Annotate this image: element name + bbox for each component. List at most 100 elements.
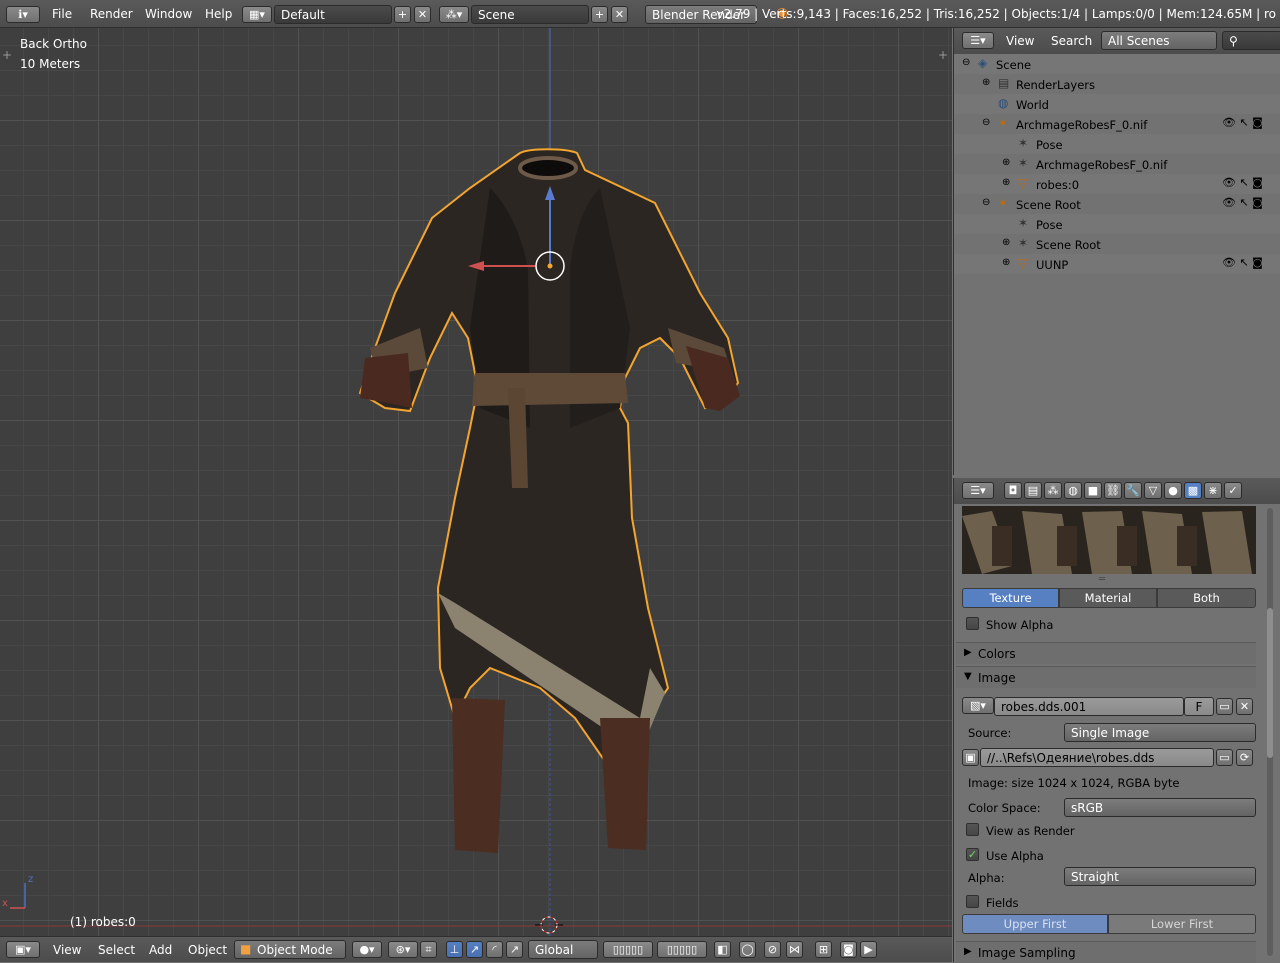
restriction-toggles-icon[interactable]: 👁 ↖ ◙ <box>1222 196 1263 209</box>
reload-image-icon[interactable]: ⟳ <box>1236 749 1253 766</box>
use-alpha-checkbox[interactable]: ✓ <box>966 848 979 861</box>
outliner-menu-view[interactable]: View <box>1006 34 1034 48</box>
add-layout-icon[interactable]: + <box>394 6 411 23</box>
expand-toggle-icon[interactable]: ⊖ <box>962 57 970 68</box>
outliner-row[interactable]: ⊖ ✶ Scene Root 👁 ↖ ◙ <box>954 194 1280 214</box>
upper-first-toggle[interactable]: Upper First <box>962 914 1108 934</box>
translate-icon[interactable]: ↗ <box>466 941 483 958</box>
manipulator-toggle-icon[interactable]: ⊥ <box>446 941 463 958</box>
object-tab-icon[interactable]: ■ <box>1084 482 1102 499</box>
orientation-dropdown[interactable]: Global <box>528 940 598 959</box>
render-tab-icon[interactable]: ◘ <box>1004 482 1022 499</box>
show-alpha-checkbox[interactable] <box>966 617 979 630</box>
outliner-row[interactable]: ◍ World <box>954 94 1280 114</box>
expand-toggle-icon[interactable]: ⊕ <box>1002 177 1010 188</box>
image-name-field[interactable]: robes.dds.001 <box>994 697 1184 716</box>
physics-tab-icon[interactable]: ✓ <box>1224 482 1242 499</box>
pivot-icon[interactable]: ⊛▾ <box>388 941 418 958</box>
expand-toggle-icon[interactable]: ⊕ <box>982 77 990 88</box>
menu-help[interactable]: Help <box>205 7 232 21</box>
scrollbar-thumb[interactable] <box>1267 608 1273 758</box>
lower-first-toggle[interactable]: Lower First <box>1108 914 1256 934</box>
material-toggle[interactable]: Material <box>1059 588 1157 608</box>
scene-tab-icon[interactable]: ⁂ <box>1044 482 1062 499</box>
menu-view[interactable]: View <box>53 943 81 957</box>
scene-field[interactable]: Scene <box>471 5 589 24</box>
editor-type-icon[interactable]: ▣▾ <box>6 941 40 958</box>
outliner-search-input[interactable]: ⚲ <box>1222 31 1280 50</box>
properties-scrollbar[interactable] <box>1267 508 1273 956</box>
outliner-row[interactable]: ⊕ ✶ Scene Root <box>954 234 1280 254</box>
expand-toggle-icon[interactable]: ⊕ <box>1002 237 1010 248</box>
remove-layout-icon[interactable]: ✕ <box>414 6 431 23</box>
expand-toggle-icon[interactable]: ⊖ <box>982 117 990 128</box>
lock-camera-icon[interactable]: ◧ <box>714 941 731 958</box>
menu-object[interactable]: Object <box>188 943 227 957</box>
view-as-render-checkbox[interactable] <box>966 823 979 836</box>
remove-scene-icon[interactable]: ✕ <box>611 6 628 23</box>
renderlayers-tab-icon[interactable]: ▤ <box>1024 482 1042 499</box>
both-toggle[interactable]: Both <box>1157 588 1256 608</box>
restriction-toggles-icon[interactable]: 👁 ↖ ◙ <box>1222 176 1263 189</box>
add-scene-icon[interactable]: + <box>591 6 608 23</box>
colors-panel-header[interactable]: ▶ Colors <box>956 642 1256 664</box>
source-dropdown[interactable]: Single Image <box>1064 723 1256 742</box>
snap-element-icon[interactable]: ⋈ <box>786 941 803 958</box>
layers-grid-b-icon[interactable]: ▯▯▯▯▯ <box>657 941 707 958</box>
material-tab-icon[interactable]: ● <box>1164 482 1182 499</box>
rotate-icon[interactable]: ◜ <box>486 941 503 958</box>
info-editor-type-icon[interactable]: ℹ▾ <box>6 6 40 23</box>
outliner-row[interactable]: ⊕ ✶ ArchmageRobesF_0.nif <box>954 154 1280 174</box>
outliner-row[interactable]: ✶ Pose <box>954 214 1280 234</box>
outliner-row[interactable]: ⊖ ◈ Scene <box>954 54 1280 74</box>
render-still-icon[interactable]: ◙ <box>840 941 857 958</box>
menu-render[interactable]: Render <box>90 7 133 21</box>
menu-add[interactable]: Add <box>149 943 172 957</box>
pack-icon[interactable]: ▣ <box>962 749 979 766</box>
menu-file[interactable]: File <box>52 7 72 21</box>
fake-user-button[interactable]: F <box>1184 697 1214 716</box>
properties-type-icon[interactable]: ☰▾ <box>962 482 994 499</box>
texture-tab-icon[interactable]: ▩ <box>1184 482 1202 499</box>
layout-icon[interactable]: ▦▾ <box>242 6 272 23</box>
alpha-mode-dropdown[interactable]: Straight <box>1064 867 1256 886</box>
world-tab-icon[interactable]: ◍ <box>1064 482 1082 499</box>
scale-icon[interactable]: ↗ <box>506 941 523 958</box>
outliner-menu-search[interactable]: Search <box>1051 34 1092 48</box>
outliner-row[interactable]: ⊕ ▽ robes:0 👁 ↖ ◙ <box>954 174 1280 194</box>
snap-icon[interactable]: ⊘ <box>764 941 781 958</box>
open-image-icon[interactable]: ▭ <box>1216 698 1233 715</box>
image-sampling-panel-header[interactable]: ▶ Image Sampling <box>956 941 1256 963</box>
constraints-tab-icon[interactable]: ⛓ <box>1104 482 1122 499</box>
render-anim-icon[interactable]: ▶ <box>860 941 877 958</box>
layout-field[interactable]: Default <box>274 5 392 24</box>
restriction-toggles-icon[interactable]: 👁 ↖ ◙ <box>1222 116 1263 129</box>
layers-grid-a-icon[interactable]: ▯▯▯▯▯ <box>603 941 653 958</box>
file-browse-icon[interactable]: ▭ <box>1216 749 1233 766</box>
3d-viewport[interactable]: Back Ortho 10 Meters + + z x (1) robes:0 <box>0 28 952 936</box>
robe-model[interactable] <box>0 28 952 936</box>
unlink-image-icon[interactable]: ✕ <box>1236 698 1253 715</box>
expand-toggle-icon[interactable]: ⊕ <box>1002 157 1010 168</box>
filepath-field[interactable]: //..\Refs\Одеяние\robes.dds <box>980 748 1214 767</box>
texture-toggle[interactable]: Texture <box>962 588 1059 608</box>
modifiers-tab-icon[interactable]: 🔧 <box>1124 482 1142 499</box>
outliner-row[interactable]: ⊖ ✶ ArchmageRobesF_0.nif 👁 ↖ ◙ <box>954 114 1280 134</box>
restriction-toggles-icon[interactable]: 👁 ↖ ◙ <box>1222 256 1263 269</box>
outliner-type-icon[interactable]: ☰▾ <box>962 32 994 49</box>
image-panel-header[interactable]: ▼ Image <box>956 666 1256 688</box>
data-tab-icon[interactable]: ▽ <box>1144 482 1162 499</box>
outliner-row[interactable]: ✶ Pose <box>954 134 1280 154</box>
expand-toggle-icon[interactable]: ⊖ <box>982 197 990 208</box>
render-preview-icon[interactable]: ⊞ <box>815 941 832 958</box>
menu-select[interactable]: Select <box>98 943 135 957</box>
particles-tab-icon[interactable]: ⋇ <box>1204 482 1222 499</box>
limit-selection-icon[interactable]: ⌗ <box>420 941 437 958</box>
proportional-edit-icon[interactable]: ◯ <box>739 941 756 958</box>
outliner-row[interactable]: ⊕ ▤ RenderLayers <box>954 74 1280 94</box>
scene-icon[interactable]: ⁂▾ <box>439 6 469 23</box>
outliner-row[interactable]: ⊕ ▽ UUNP 👁 ↖ ◙ <box>954 254 1280 274</box>
preview-resize-handle[interactable]: ═ <box>1099 574 1105 585</box>
menu-window[interactable]: Window <box>145 7 192 21</box>
image-browse-icon[interactable]: ▧▾ <box>962 697 994 714</box>
